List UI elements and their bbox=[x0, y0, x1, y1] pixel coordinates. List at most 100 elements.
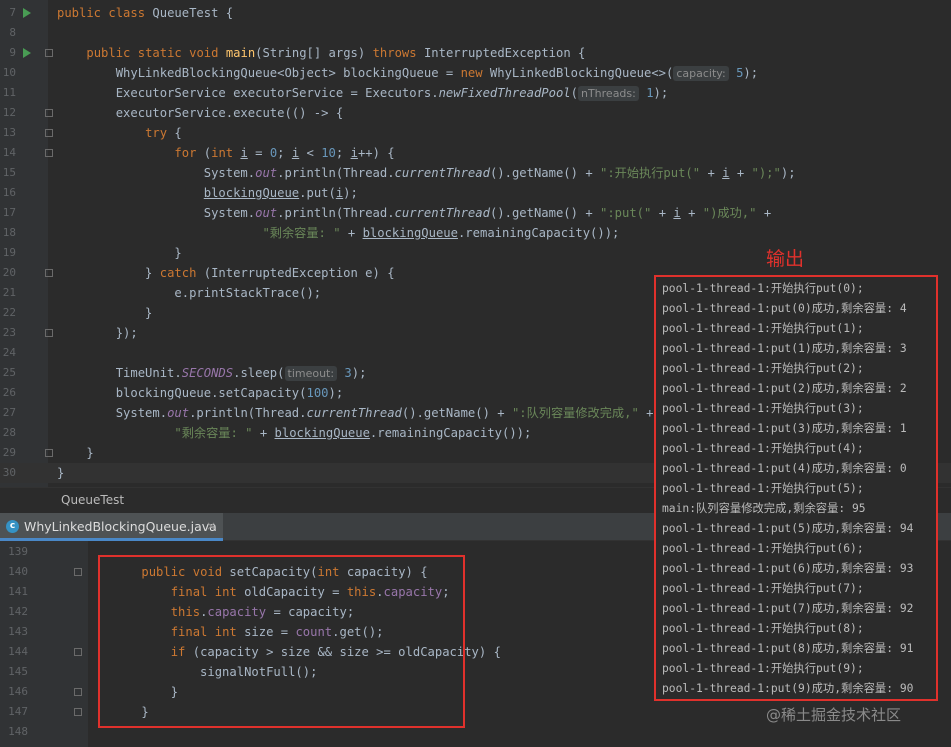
line-number: 142 bbox=[8, 605, 28, 618]
line-number: 25 bbox=[2, 366, 16, 379]
line-number: 10 bbox=[2, 66, 16, 79]
fold-icon[interactable] bbox=[45, 129, 53, 137]
line-number: 139 bbox=[8, 545, 28, 558]
output-line: pool-1-thread-1:put(0)成功,剩余容量: 4 bbox=[662, 302, 907, 315]
output-line: pool-1-thread-1:put(7)成功,剩余容量: 92 bbox=[662, 602, 914, 615]
code-line[interactable]: 11 ExecutorService executorService = Exe… bbox=[0, 83, 951, 103]
output-line: pool-1-thread-1:put(5)成功,剩余容量: 94 bbox=[662, 522, 914, 535]
run-icon[interactable] bbox=[23, 8, 31, 18]
fold-icon[interactable] bbox=[45, 109, 53, 117]
output-line: pool-1-thread-1:开始执行put(5); bbox=[662, 482, 864, 495]
line-number: 145 bbox=[8, 665, 28, 678]
fold-icon[interactable] bbox=[45, 329, 53, 337]
line-number: 9 bbox=[9, 46, 16, 59]
line-number: 26 bbox=[2, 386, 16, 399]
fold-icon[interactable] bbox=[74, 708, 82, 716]
code-line[interactable]: 9 public static void main(String[] args)… bbox=[0, 43, 951, 63]
output-line: pool-1-thread-1:开始执行put(3); bbox=[662, 402, 864, 415]
fold-icon[interactable] bbox=[74, 568, 82, 576]
fold-icon[interactable] bbox=[45, 149, 53, 157]
fold-icon[interactable] bbox=[45, 269, 53, 277]
run-icon[interactable] bbox=[23, 48, 31, 58]
code-text: System.out.println(Thread.currentThread(… bbox=[57, 206, 772, 220]
output-line: pool-1-thread-1:开始执行put(4); bbox=[662, 442, 864, 455]
output-line: pool-1-thread-1:put(9)成功,剩余容量: 90 bbox=[662, 682, 914, 695]
line-number: 140 bbox=[8, 565, 28, 578]
output-line: pool-1-thread-1:开始执行put(9); bbox=[662, 662, 864, 675]
output-line: pool-1-thread-1:开始执行put(6); bbox=[662, 542, 864, 555]
output-title: 输出 bbox=[766, 248, 805, 270]
line-number: 19 bbox=[2, 246, 16, 259]
output-line: pool-1-thread-1:开始执行put(2); bbox=[662, 362, 864, 375]
code-line[interactable]: 13 try { bbox=[0, 123, 951, 143]
output-line: main:队列容量修改完成,剩余容量: 95 bbox=[662, 502, 866, 515]
line-number: 11 bbox=[2, 86, 16, 99]
output-line: pool-1-thread-1:put(1)成功,剩余容量: 3 bbox=[662, 342, 907, 355]
code-line[interactable]: 16 blockingQueue.put(i); bbox=[0, 183, 951, 203]
code-text: public static void main(String[] args) t… bbox=[86, 46, 586, 60]
code-line[interactable]: 17 System.out.println(Thread.currentThre… bbox=[0, 203, 951, 223]
code-text: executorService.execute(() -> { bbox=[57, 106, 344, 120]
output-line: pool-1-thread-1:开始执行put(8); bbox=[662, 622, 864, 635]
code-text: System.out.println(Thread.currentThread(… bbox=[57, 166, 796, 180]
code-line[interactable]: 12 executorService.execute(() -> { bbox=[0, 103, 951, 123]
line-number: 27 bbox=[2, 406, 16, 419]
breadcrumb-class[interactable]: QueueTest bbox=[61, 493, 124, 507]
line-number: 22 bbox=[2, 306, 16, 319]
line-number: 16 bbox=[2, 186, 16, 199]
code-text: blockingQueue.setCapacity(100); bbox=[57, 386, 344, 400]
line-number: 28 bbox=[2, 426, 16, 439]
output-line: pool-1-thread-1:put(6)成功,剩余容量: 93 bbox=[662, 562, 914, 575]
code-text: blockingQueue.put(i); bbox=[203, 186, 358, 200]
fold-icon[interactable] bbox=[74, 688, 82, 696]
output-line: pool-1-thread-1:put(4)成功,剩余容量: 0 bbox=[662, 462, 907, 475]
code-line[interactable]: 19 } bbox=[0, 243, 951, 263]
line-number: 146 bbox=[8, 685, 28, 698]
code-text: "剩余容量: " + blockingQueue.remainingCapaci… bbox=[262, 226, 620, 240]
code-text: ExecutorService executorService = Execut… bbox=[57, 86, 669, 101]
code-line[interactable]: 14 for (int i = 0; i < 10; i++) { bbox=[0, 143, 951, 163]
code-text: System.out.println(Thread.currentThread(… bbox=[57, 406, 654, 420]
tab-whylinkedblockingqueue[interactable]: c WhyLinkedBlockingQueue.java × bbox=[0, 513, 223, 541]
output-line: pool-1-thread-1:开始执行put(0); bbox=[662, 282, 864, 295]
code-text: for (int i = 0; i < 10; i++) { bbox=[174, 146, 395, 160]
output-line: pool-1-thread-1:开始执行put(1); bbox=[662, 322, 864, 335]
line-number: 20 bbox=[2, 266, 16, 279]
line-number: 21 bbox=[2, 286, 16, 299]
code-line[interactable]: 15 System.out.println(Thread.currentThre… bbox=[0, 163, 951, 183]
line-number: 8 bbox=[9, 26, 16, 39]
line-number: 14 bbox=[2, 146, 16, 159]
line-number: 144 bbox=[8, 645, 28, 658]
output-line: pool-1-thread-1:put(3)成功,剩余容量: 1 bbox=[662, 422, 907, 435]
code-line[interactable]: 10 WhyLinkedBlockingQueue<Object> blocki… bbox=[0, 63, 951, 83]
code-line[interactable]: 8 bbox=[0, 23, 951, 43]
code-text: e.printStackTrace(); bbox=[57, 286, 322, 300]
fold-icon[interactable] bbox=[45, 49, 53, 57]
line-number: 17 bbox=[2, 206, 16, 219]
code-line[interactable]: 7 public class QueueTest { bbox=[0, 3, 951, 23]
line-number: 24 bbox=[2, 346, 16, 359]
line-number: 7 bbox=[9, 6, 16, 19]
code-text: }); bbox=[57, 326, 138, 340]
code-text: "剩余容量: " + blockingQueue.remainingCapaci… bbox=[174, 426, 532, 440]
code-text: } bbox=[57, 246, 182, 260]
watermark: @稀土掘金技术社区 bbox=[766, 706, 902, 724]
code-text: public class QueueTest { bbox=[57, 6, 234, 20]
code-text: } catch (InterruptedException e) { bbox=[57, 266, 395, 280]
code-line[interactable]: 18 "剩余容量: " + blockingQueue.remainingCap… bbox=[0, 223, 951, 243]
class-icon: c bbox=[6, 520, 19, 533]
close-icon[interactable]: × bbox=[206, 519, 216, 533]
output-line: pool-1-thread-1:开始执行put(7); bbox=[662, 582, 864, 595]
fold-icon[interactable] bbox=[74, 648, 82, 656]
output-line: pool-1-thread-1:put(2)成功,剩余容量: 2 bbox=[662, 382, 907, 395]
output-panel: pool-1-thread-1:开始执行put(0); pool-1-thread… bbox=[654, 275, 938, 701]
fold-icon[interactable] bbox=[45, 449, 53, 457]
line-number: 30 bbox=[2, 466, 16, 479]
code-text: try { bbox=[145, 126, 182, 140]
line-number: 15 bbox=[2, 166, 16, 179]
line-number: 148 bbox=[8, 725, 28, 738]
line-number: 143 bbox=[8, 625, 28, 638]
line-number: 23 bbox=[2, 326, 16, 339]
line-number: 13 bbox=[2, 126, 16, 139]
line-number: 12 bbox=[2, 106, 16, 119]
